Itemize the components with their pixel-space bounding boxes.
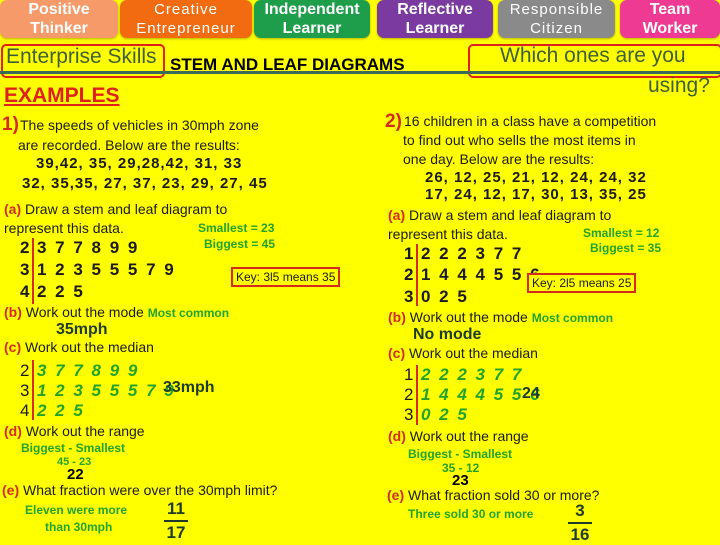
q1-d-hint-1: Biggest - Smallest: [21, 441, 126, 455]
q2-c-text: Work out the median: [409, 345, 538, 361]
q1-e-fraction: 11 17: [164, 499, 188, 543]
q1-a-text-2: represent this data.: [4, 220, 124, 236]
q2-leaves-0: 2 2 2 3 7 7: [421, 244, 524, 263]
q1-a-label: (a): [4, 201, 22, 217]
q1-e-hint-1: Eleven were more: [25, 503, 128, 517]
q1-stem-divider: [32, 238, 34, 304]
q2-b-text: Work out the mode: [409, 309, 528, 325]
q2-intro-3: one day. Below are the results:: [403, 151, 595, 167]
q1-stem-1: 3: [20, 260, 32, 279]
q1-smallest: Smallest = 23: [198, 221, 275, 235]
q1-intro-1: The speeds of vehicles in 30mph zone: [20, 117, 259, 133]
q2-stem-0: 1: [404, 244, 416, 263]
q2-median-divider: [416, 365, 418, 425]
q2-e-hint-1: Three sold 30 or more: [408, 507, 534, 521]
q1-key: Key: 3l5 means 35: [231, 267, 341, 287]
q1-number: 1): [2, 114, 19, 135]
q2-median-leaves-0: 2 2 2 3 7 7: [421, 365, 524, 384]
q2-e-numerator: 3: [575, 501, 585, 520]
q1-intro-2: are recorded. Below are the results:: [18, 137, 240, 153]
q2-number: 2): [385, 111, 402, 132]
q1-d-text: Work out the range: [25, 423, 145, 439]
q2-a-text: Draw a stem and leaf diagram to: [409, 207, 612, 223]
q2-key: Key: 2l5 means 25: [527, 273, 637, 293]
q2-biggest: Biggest = 35: [590, 241, 662, 255]
q1-leaves-2: 2 2 5: [37, 282, 85, 301]
q2-e-label: (e): [387, 487, 405, 503]
fraction-bar: [164, 520, 188, 522]
q1-median-stem-1: 3: [20, 381, 32, 400]
skill-creative-entrepreneur[interactable]: Creative Entrepreneur: [120, 0, 252, 38]
q2-leaves-1: 1 4 4 4 5 5 6: [421, 265, 542, 284]
q1-b-text: Work out the mode: [25, 304, 144, 320]
q1-data-line-1: 39,42, 35, 29,28,42, 31, 33: [36, 155, 243, 172]
q2-e-fraction: 3 16: [568, 501, 592, 545]
q1-b-answer: 35mph: [56, 321, 108, 338]
q2-c-label: (c): [388, 345, 406, 361]
q1-median-leaves-0: 3 7 7 8 9 9: [37, 361, 140, 380]
skill-responsible-citizen[interactable]: Responsible Citizen: [498, 0, 615, 38]
which-ones-text-2: using?: [648, 74, 710, 97]
which-ones-text: Which ones are you: [500, 44, 686, 67]
q2-a-label: (a): [388, 207, 406, 223]
q1-c-text: Work out the median: [25, 339, 154, 355]
q1-d-label: (d): [4, 423, 22, 439]
q2-intro-2: to find out who sells the most items in: [403, 132, 636, 148]
enterprise-skills-label: Enterprise Skills: [6, 45, 157, 68]
q1-e-text: What fraction were over the 30mph limit?: [23, 482, 278, 498]
q2-data-line-1: 26, 12, 25, 21, 12, 24, 24, 32: [425, 169, 647, 186]
q2-b-label: (b): [388, 309, 406, 325]
fraction-bar: [568, 522, 592, 524]
q2-data-line-2: 17, 24, 12, 17, 30, 13, 35, 25: [425, 186, 647, 203]
q2-median-stem-1: 2: [404, 385, 416, 404]
q2-smallest: Smallest = 12: [583, 226, 660, 240]
skill-independent-learner[interactable]: Independent Learner: [254, 0, 370, 38]
header-divider: [0, 71, 720, 74]
skill-team-worker[interactable]: Team Worker: [620, 0, 720, 38]
q1-e-numerator: 11: [167, 499, 185, 518]
q1-d-answer: 22: [67, 466, 84, 483]
q1-c-answer: 33mph: [163, 379, 215, 396]
q1-median-stem-0: 2: [20, 361, 32, 380]
q1-stem-0: 2: [20, 238, 32, 257]
skill-positive-thinker[interactable]: Positive Thinker: [0, 0, 118, 38]
q1-e-hint-2: than 30mph: [45, 520, 113, 534]
q2-b-answer: No mode: [413, 326, 482, 343]
q1-b-hint: Most common: [147, 306, 230, 320]
q2-e-denominator: 16: [570, 525, 590, 544]
q1-e-label: (e): [2, 482, 20, 498]
q1-median-leaves-2: 2 2 5: [37, 401, 85, 420]
q2-d-hint-1: Biggest - Smallest: [408, 447, 513, 461]
skill-reflective-learner[interactable]: Reflective Learner: [377, 0, 493, 38]
q2-stem-2: 3: [404, 287, 416, 306]
q1-median-leaves-1: 1 2 3 5 5 5 7 9: [37, 381, 176, 400]
q2-leaves-2: 0 2 5: [421, 287, 469, 306]
q2-median-stem-0: 1: [404, 365, 416, 384]
q2-intro-1: 16 children in a class have a competitio…: [404, 113, 657, 129]
q1-a-text: Draw a stem and leaf diagram to: [25, 201, 228, 217]
q2-median-leaves-2: 0 2 5: [421, 405, 469, 424]
q1-b-label: (b): [4, 304, 22, 320]
q1-stem-2: 4: [20, 282, 32, 301]
q1-leaves-1: 1 2 3 5 5 5 7 9: [37, 260, 176, 279]
q1-median-stem-2: 4: [20, 401, 32, 420]
examples-heading: EXAMPLES: [4, 84, 120, 107]
q1-c-label: (c): [4, 339, 22, 355]
q2-d-label: (d): [388, 428, 406, 444]
q2-stem-divider: [416, 244, 418, 306]
q1-data-line-2: 32, 35,35, 27, 37, 23, 29, 27, 45: [22, 175, 268, 192]
q1-leaves-0: 3 7 7 8 9 9: [37, 238, 140, 257]
q2-b-hint: Most common: [531, 311, 614, 325]
q2-d-text: Work out the range: [409, 428, 529, 444]
q2-median-stem-2: 3: [404, 405, 416, 424]
q1-median-divider: [32, 360, 34, 420]
q2-stem-1: 2: [404, 265, 416, 284]
q2-a-text-2: represent this data.: [388, 226, 508, 242]
q1-e-denominator: 17: [166, 523, 186, 542]
q2-c-answer: 24: [522, 385, 540, 402]
q1-biggest: Biggest = 45: [204, 237, 276, 251]
